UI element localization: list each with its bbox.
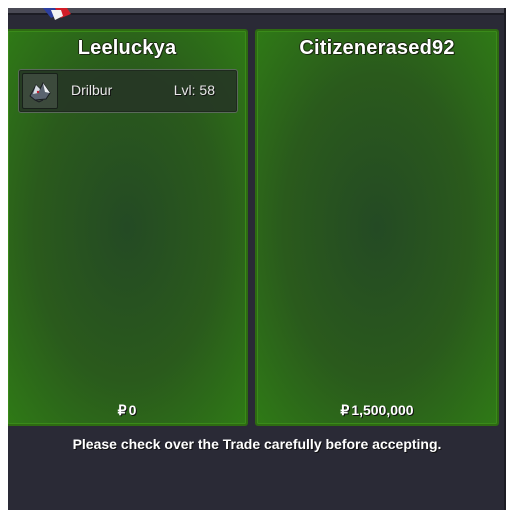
pokedollar-icon: ₽ bbox=[117, 402, 127, 418]
window-right-edge bbox=[504, 8, 506, 510]
left-money: ₽0 bbox=[8, 402, 246, 419]
trade-window: Leeluckya Drilbur Lvl: 58 ₽0 Citizeneras… bbox=[8, 8, 506, 510]
right-money-amount: 1,500,000 bbox=[351, 402, 414, 418]
right-money: ₽1,500,000 bbox=[257, 402, 497, 419]
trade-pokemon-slot[interactable]: Drilbur Lvl: 58 bbox=[18, 69, 238, 113]
avatar-peek-icon bbox=[25, 8, 85, 22]
right-player-name: Citizenerased92 bbox=[299, 37, 455, 59]
pokemon-level: Lvl: 58 bbox=[173, 82, 215, 98]
drilbur-sprite-icon bbox=[22, 73, 58, 109]
pokemon-name: Drilbur bbox=[71, 82, 113, 98]
pokedollar-icon: ₽ bbox=[340, 402, 350, 418]
left-money-amount: 0 bbox=[128, 402, 137, 418]
left-player-name: Leeluckya bbox=[77, 37, 177, 59]
trade-notice: Please check over the Trade carefully be… bbox=[72, 436, 442, 452]
right-trade-panel: Citizenerased92 ₽1,500,000 bbox=[255, 29, 499, 426]
left-trade-panel: Leeluckya Drilbur Lvl: 58 ₽0 bbox=[8, 29, 248, 426]
